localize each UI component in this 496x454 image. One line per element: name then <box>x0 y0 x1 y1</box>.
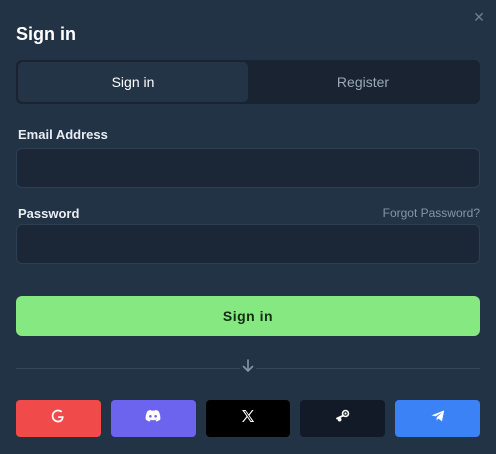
email-field[interactable] <box>16 148 480 188</box>
password-label: Password <box>18 206 80 221</box>
forgot-password-link[interactable]: Forgot Password? <box>383 206 480 220</box>
x-login-button[interactable] <box>205 400 291 437</box>
google-login-button[interactable] <box>16 400 101 437</box>
discord-login-button[interactable] <box>110 400 196 437</box>
google-icon <box>50 408 66 429</box>
arrow-down-icon <box>240 359 256 375</box>
sign-in-dialog: ✕ Sign in Sign in Register Email Address… <box>0 0 496 454</box>
auth-tabs: Sign in Register <box>16 60 480 104</box>
social-login-buttons <box>16 400 480 437</box>
telegram-icon <box>430 408 446 429</box>
dialog-title: Sign in <box>16 24 76 44</box>
x-icon <box>240 408 256 429</box>
steam-icon <box>335 408 351 429</box>
discord-icon <box>144 409 162 428</box>
telegram-login-button[interactable] <box>395 400 480 437</box>
tab-register[interactable]: Register <box>248 62 478 102</box>
sign-in-button[interactable]: Sign in <box>16 296 480 336</box>
close-icon[interactable]: ✕ <box>472 10 486 24</box>
steam-login-button[interactable] <box>300 400 386 437</box>
password-field[interactable] <box>16 224 480 264</box>
email-label: Email Address <box>18 127 108 142</box>
tab-sign-in[interactable]: Sign in <box>18 62 248 102</box>
